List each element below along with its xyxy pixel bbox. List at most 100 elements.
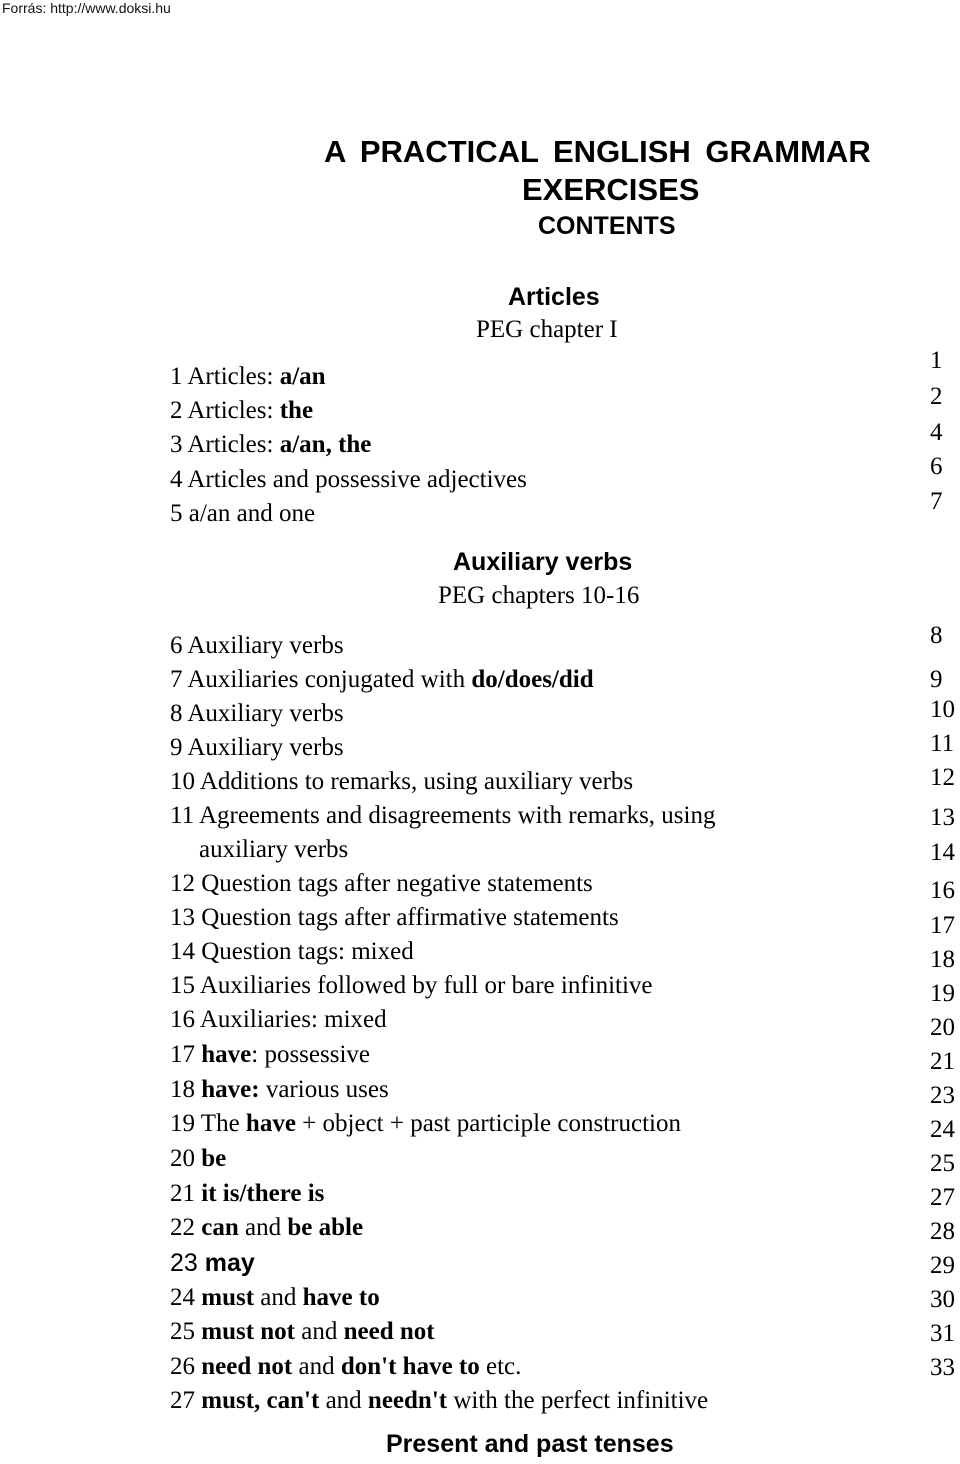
document-title: A PRACTICAL ENGLISH GRAMMAR xyxy=(324,134,871,169)
toc-entry[interactable]: 20 be xyxy=(170,1144,226,1174)
page-number[interactable]: 12 xyxy=(930,763,960,793)
toc-entry[interactable]: 7 Auxiliaries conjugated with do/does/di… xyxy=(170,665,594,695)
page-number[interactable]: 28 xyxy=(930,1217,960,1247)
page-number[interactable]: 33 xyxy=(930,1353,960,1383)
contents-heading: CONTENTS xyxy=(538,212,676,240)
section-subheading-articles: PEG chapter I xyxy=(476,316,618,343)
page-number[interactable]: 16 xyxy=(930,876,960,906)
page-number[interactable]: 25 xyxy=(930,1149,960,1179)
entry-keyword: the xyxy=(279,397,314,424)
section-heading-auxiliary-verbs: Auxiliary verbs xyxy=(453,548,633,576)
entry-keyword: must, can't xyxy=(201,1387,320,1414)
entry-text: Articles and possessive adjectives xyxy=(182,466,527,493)
entry-text: : possessive xyxy=(251,1041,370,1068)
entry-number: 5 xyxy=(170,500,183,527)
entry-text: Auxiliaries: mixed xyxy=(195,1006,387,1033)
entry-number: 1 xyxy=(170,363,183,390)
toc-entry[interactable]: 9 Auxiliary verbs xyxy=(170,733,344,763)
page-number[interactable]: 20 xyxy=(930,1013,960,1043)
entry-number: 19 xyxy=(170,1110,195,1137)
toc-entry[interactable]: 18 have: various uses xyxy=(170,1075,389,1105)
entry-number: 25 xyxy=(170,1318,195,1345)
entry-number: 20 xyxy=(170,1145,195,1172)
toc-entry[interactable]: 6 Auxiliary verbs xyxy=(170,631,344,661)
toc-entry[interactable]: 19 The have + object + past participle c… xyxy=(170,1109,681,1139)
toc-entry[interactable]: 21 it is/there is xyxy=(170,1179,324,1209)
page-number[interactable]: 24 xyxy=(930,1115,960,1145)
page-number[interactable]: 13 xyxy=(930,803,960,833)
toc-entry[interactable]: 24 must and have to xyxy=(170,1283,380,1313)
page-number[interactable]: 31 xyxy=(930,1319,960,1349)
toc-entry[interactable]: 13 Question tags after affirmative state… xyxy=(170,903,619,933)
entry-text: various uses xyxy=(259,1076,389,1103)
page-number[interactable]: 8 xyxy=(930,621,960,651)
page-number[interactable]: 6 xyxy=(930,452,960,482)
entry-keyword: be xyxy=(201,1145,227,1172)
toc-entry[interactable]: 27 must, can't and needn't with the perf… xyxy=(170,1386,708,1416)
toc-entry[interactable]: 17 have: possessive xyxy=(170,1040,370,1070)
entry-text: etc. xyxy=(479,1353,522,1380)
toc-entry[interactable]: 22 can and be able xyxy=(170,1213,363,1243)
entry-keyword: needn't xyxy=(367,1387,448,1414)
page-number[interactable]: 29 xyxy=(930,1251,960,1281)
toc-entry[interactable]: 23 may xyxy=(170,1248,255,1278)
entry-text: Question tags after negative statements xyxy=(195,870,593,897)
page-number[interactable]: 11 xyxy=(930,729,960,759)
page-number[interactable]: 1 xyxy=(930,346,960,376)
page-number[interactable]: 19 xyxy=(930,979,960,1009)
page-number[interactable]: 2 xyxy=(930,382,960,412)
toc-entry[interactable]: 8 Auxiliary verbs xyxy=(170,699,344,729)
page-number[interactable]: 7 xyxy=(930,487,960,517)
toc-entry[interactable]: 4 Articles and possessive adjectives xyxy=(170,465,527,495)
page-number[interactable]: 17 xyxy=(930,911,960,941)
toc-entry[interactable]: 16 Auxiliaries: mixed xyxy=(170,1005,387,1035)
page-number[interactable]: 10 xyxy=(930,695,960,725)
entry-keyword: it is/there is xyxy=(201,1180,325,1207)
toc-entry[interactable]: 11 Agreements and disagreements with rem… xyxy=(170,801,715,831)
toc-entry[interactable]: 12 Question tags after negative statemen… xyxy=(170,869,593,899)
entry-number: 10 xyxy=(170,768,195,795)
toc-entry[interactable]: 5 a/an and one xyxy=(170,499,315,529)
section-heading-articles: Articles xyxy=(508,283,600,311)
entry-number: 6 xyxy=(170,632,183,659)
entry-keyword: can xyxy=(201,1214,239,1241)
entry-text: and xyxy=(238,1214,288,1241)
entry-number: 23 xyxy=(170,1249,198,1277)
toc-entry[interactable]: 15 Auxiliaries followed by full or bare … xyxy=(170,971,653,1001)
toc-entry[interactable]: 26 need not and don't have to etc. xyxy=(170,1352,521,1382)
entry-text: a/an and one xyxy=(182,500,316,527)
toc-entry[interactable]: 14 Question tags: mixed xyxy=(170,937,414,967)
entry-number: 7 xyxy=(170,666,183,693)
entry-text: Auxiliaries conjugated with xyxy=(182,666,472,693)
entry-keyword: have: xyxy=(201,1076,260,1103)
toc-entry[interactable]: 10 Additions to remarks, using auxiliary… xyxy=(170,767,633,797)
page-number[interactable]: 23 xyxy=(930,1081,960,1111)
entry-text: Articles: xyxy=(182,363,280,390)
toc-entry[interactable]: 1 Articles: a/an xyxy=(170,362,326,392)
entry-text: Question tags after affirmative statemen… xyxy=(195,904,619,931)
entry-keyword: must xyxy=(201,1284,255,1311)
entry-number: 13 xyxy=(170,904,195,931)
page-number[interactable]: 21 xyxy=(930,1047,960,1077)
toc-entry[interactable]: 2 Articles: the xyxy=(170,396,313,426)
page-number[interactable]: 9 xyxy=(930,665,960,695)
entry-keyword: have xyxy=(245,1110,296,1137)
entry-text: Additions to remarks, using auxiliary ve… xyxy=(195,768,634,795)
page-number[interactable]: 14 xyxy=(930,838,960,868)
entry-number: 14 xyxy=(170,938,195,965)
entry-keyword: may xyxy=(204,1249,255,1277)
page-number[interactable]: 4 xyxy=(930,418,960,448)
entry-text: Auxiliary verbs xyxy=(182,700,344,727)
entry-number: 12 xyxy=(170,870,195,897)
toc-entry[interactable]: 3 Articles: a/an, the xyxy=(170,430,371,460)
toc-entry[interactable]: 25 must not and need not xyxy=(170,1317,435,1347)
entry-keyword: a/an xyxy=(279,363,326,390)
page-number[interactable]: 18 xyxy=(930,945,960,975)
page-number[interactable]: 30 xyxy=(930,1285,960,1315)
page-number[interactable]: 27 xyxy=(930,1183,960,1213)
entry-text: Question tags: mixed xyxy=(195,938,414,965)
entry-text: Auxiliaries followed by full or bare inf… xyxy=(195,972,653,999)
entry-number: 4 xyxy=(170,466,183,493)
entry-text: The xyxy=(195,1110,246,1137)
entry-keyword: have xyxy=(201,1041,252,1068)
